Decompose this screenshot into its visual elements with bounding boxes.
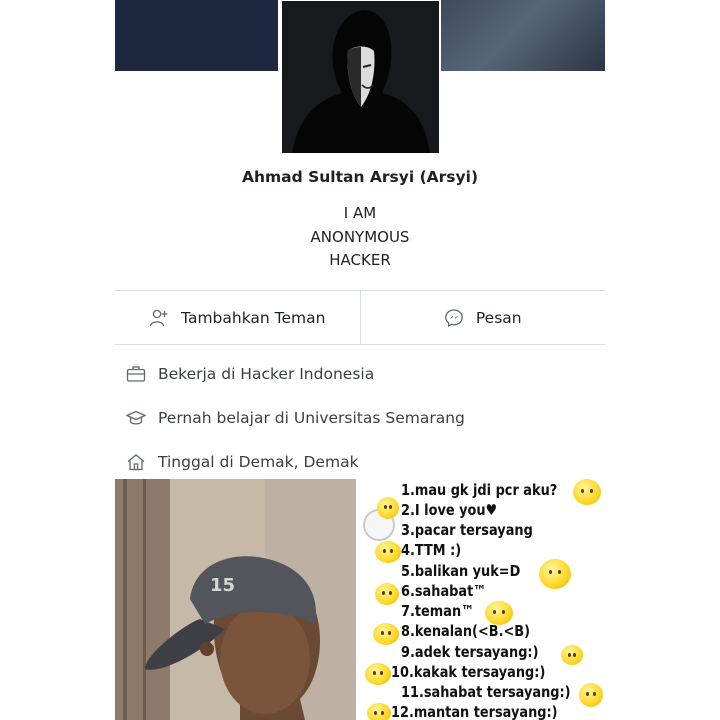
meme-line: 2.I love you♥: [401, 501, 498, 519]
add-person-icon: [149, 308, 169, 328]
svg-text:15: 15: [210, 575, 235, 596]
emoji-icon: [373, 623, 399, 645]
cover-photo-right[interactable]: [441, 0, 605, 71]
featured-photo-meme[interactable]: 1.mau gk jdi pcr aku? 2.I love you♥ 3.pa…: [361, 479, 605, 720]
bio-line: I AM: [343, 204, 377, 222]
boy-with-cap-image: 15: [115, 479, 356, 720]
education-row[interactable]: Pernah belajar di Universitas Semarang: [115, 396, 605, 440]
lives-row[interactable]: Tinggal di Demak, Demak: [115, 440, 605, 484]
work-text: Bekerja di Hacker Indonesia: [158, 365, 375, 383]
emoji-icon: [367, 703, 391, 720]
meme-line: 12.mantan tersayang:): [391, 703, 558, 720]
meme-line: 1.mau gk jdi pcr aku?: [401, 481, 558, 499]
meme-line: 7.teman™: [401, 602, 475, 620]
emoji-icon: [485, 601, 513, 625]
graduation-cap-icon: [125, 409, 147, 427]
meme-list: 1.mau gk jdi pcr aku? 2.I love you♥ 3.pa…: [361, 479, 605, 720]
emoji-icon: [539, 559, 571, 589]
featured-photo-boy[interactable]: 15: [115, 479, 356, 720]
meme-line: 4.TTM :): [401, 541, 462, 559]
home-icon: [126, 453, 146, 471]
emoji-icon: [377, 497, 399, 519]
emoji-icon: [573, 479, 601, 505]
education-text: Pernah belajar di Universitas Semarang: [158, 409, 465, 427]
profile-bio: I AM ANONYMOUS HACKER: [115, 202, 605, 273]
meme-line: 8.kenalan(<B.<B): [401, 622, 531, 640]
profile-action-bar: Tambahkan Teman Pesan: [115, 290, 605, 345]
meme-line: 9.adek tersayang:): [401, 643, 539, 661]
briefcase-icon: [126, 365, 146, 383]
emoji-icon: [561, 645, 583, 665]
emoji-icon: [375, 541, 401, 563]
profile-name: Ahmad Sultan Arsyi (Arsyi): [241, 168, 479, 186]
anonymous-hood-image: [282, 1, 439, 153]
intro-section: Bekerja di Hacker Indonesia Pernah belaj…: [115, 352, 605, 484]
message-button[interactable]: Pesan: [359, 291, 606, 344]
meme-line: 5.balikan yuk=D: [401, 562, 521, 580]
meme-line: 6.sahabat™: [401, 582, 487, 600]
add-friend-label: Tambahkan Teman: [181, 308, 326, 327]
work-row[interactable]: Bekerja di Hacker Indonesia: [115, 352, 605, 396]
profile-page: Ahmad Sultan Arsyi (Arsyi) I AM ANONYMOU…: [115, 0, 605, 720]
emoji-icon: [579, 683, 603, 707]
emoji-icon: [365, 663, 391, 685]
add-friend-button[interactable]: Tambahkan Teman: [115, 291, 360, 344]
bio-line: HACKER: [329, 251, 391, 269]
meme-line: 3.pacar tersayang: [401, 521, 533, 539]
cover-photo-left[interactable]: [115, 0, 278, 71]
meme-line: 10.kakak tersayang:): [391, 663, 546, 681]
lives-text: Tinggal di Demak, Demak: [158, 453, 359, 471]
message-label: Pesan: [475, 308, 522, 327]
emoji-icon: [375, 583, 399, 605]
meme-line: 11.sahabat tersayang:): [401, 683, 571, 701]
profile-avatar[interactable]: [281, 0, 440, 154]
bio-line: ANONYMOUS: [310, 227, 410, 246]
messenger-icon: [444, 308, 464, 328]
